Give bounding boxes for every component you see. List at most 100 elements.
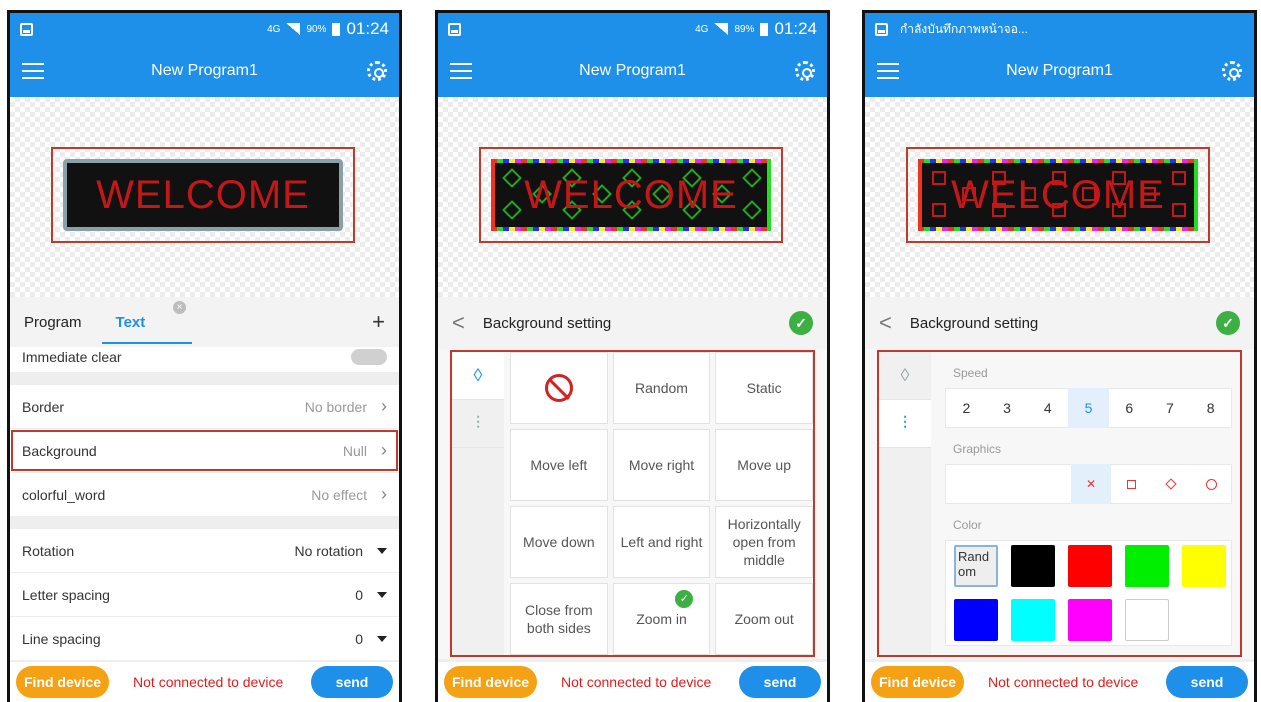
effect-left-and-right[interactable]: Left and right [612,506,711,578]
speed-selector: 2 3 4 5 6 7 8 [945,388,1232,428]
color-swatch-yellow[interactable] [1182,545,1226,587]
no-entry-icon [544,374,573,402]
parameter-tab-icon[interactable]: ⫶ [879,400,931,448]
signal-icon [714,23,729,35]
rotation-label: Rotation [22,542,75,559]
confirm-check-icon[interactable]: ✓ [1216,311,1240,335]
color-swatch-blue[interactable] [954,599,998,641]
page-title: Background setting [909,314,1039,332]
effect-horizontally-open[interactable]: Horizontally open from middle [715,506,813,578]
immediate-clear-toggle[interactable] [351,349,387,365]
selected-check-icon: ✓ [675,590,694,608]
colorful-word-row[interactable]: colorful_word No effect › [10,473,399,517]
color-swatch-green[interactable] [1125,545,1169,587]
effect-tab-icon[interactable]: ◊ [879,352,931,400]
app-bar: New Program1 [865,45,1254,97]
effect-move-left[interactable]: Move left [510,429,608,501]
app-bar: New Program1 [10,45,399,97]
side-tab-bar: ◊ ⫶ [452,352,504,655]
effect-move-down[interactable]: Move down [510,506,608,578]
confirm-check-icon[interactable]: ✓ [789,311,813,335]
color-random-swatch[interactable]: Random [954,545,998,587]
color-swatch-cyan[interactable] [1011,599,1055,641]
find-device-button[interactable]: Find device [444,666,538,698]
effect-move-right[interactable]: Move right [612,429,711,501]
phone-screen-background-effects: 4G 89% 01:24 New Program1 WELCOME < Back… [435,10,830,702]
speed-label: Speed [953,366,988,380]
text-settings-list: Immediate clear Border No border › Backg… [10,347,399,661]
chevron-right-icon: › [381,396,387,416]
add-tab-button[interactable]: + [372,309,385,335]
background-row[interactable]: Background Null › [10,429,399,473]
page-title: Background setting [482,314,612,332]
effect-static[interactable]: Static [715,352,813,424]
rotation-row[interactable]: Rotation No rotation [10,529,399,573]
screenshot-collage: 4G 90% 01:24 New Program1 WELCOME Progra… [0,0,1261,702]
tab-program[interactable]: Program [24,314,82,331]
line-spacing-value: 0 [355,630,363,647]
effect-random[interactable]: Random [612,352,711,424]
letter-spacing-row[interactable]: Letter spacing 0 [10,573,399,617]
speed-option[interactable]: 4 [1027,388,1068,428]
speed-option[interactable]: 7 [1150,388,1191,428]
dropdown-arrow-icon [377,547,387,554]
speed-option-selected[interactable]: 5 [1068,388,1109,428]
program-title: New Program1 [579,62,686,79]
app-bar: New Program1 [438,45,827,97]
background-setting-header: < Background setting ✓ [865,297,1254,349]
gear-icon[interactable] [367,61,387,81]
border-row[interactable]: Border No border › [10,385,399,429]
back-icon[interactable]: < [452,310,465,336]
color-swatch-black[interactable] [1011,545,1055,587]
close-icon[interactable]: × [173,301,186,314]
send-button[interactable]: send [739,666,821,698]
gear-icon[interactable] [795,61,815,81]
back-icon[interactable]: < [879,310,892,336]
network-type: 4G [267,23,281,35]
effect-tab-icon[interactable]: ◊ [452,352,504,400]
program-title: New Program1 [1006,62,1113,79]
effect-zoom-out[interactable]: Zoom out [715,583,813,655]
chevron-right-icon: › [381,484,387,504]
find-device-button[interactable]: Find device [16,666,110,698]
send-button[interactable]: send [1166,666,1248,698]
clock: 01:24 [346,19,389,38]
effect-none[interactable] [510,352,608,424]
gallery-notification-icon [20,22,33,36]
parameter-tab-icon[interactable]: ⫶ [452,400,504,448]
speed-option[interactable]: 2 [946,388,987,428]
color-swatch-red[interactable] [1068,545,1112,587]
gear-icon[interactable] [1222,61,1242,81]
graphics-label: Graphics [953,442,1002,456]
color-swatch-magenta[interactable] [1068,599,1112,641]
find-device-button[interactable]: Find device [871,666,965,698]
menu-icon[interactable] [450,63,472,79]
menu-icon[interactable] [22,63,44,79]
circle-icon[interactable] [1191,464,1231,504]
speed-option[interactable]: 8 [1190,388,1231,428]
speed-option[interactable]: 3 [987,388,1028,428]
diamond-icon[interactable] [1151,464,1191,504]
gallery-notification-icon [448,22,461,36]
effect-close-both-sides[interactable]: Close from both sides [510,583,608,655]
color-swatch-white[interactable] [1125,599,1169,641]
led-sign[interactable]: WELCOME [491,159,771,231]
led-sign[interactable]: WELCOME [918,159,1198,231]
led-sign[interactable]: WELCOME [63,159,343,231]
send-button[interactable]: send [311,666,393,698]
graphics-selector: ✕ [945,464,1232,504]
network-type: 4G [695,23,709,35]
effect-move-up[interactable]: Move up [715,429,813,501]
bottom-bar: Find device Not connected to device send [10,662,399,702]
cross-icon[interactable]: ✕ [1071,464,1111,504]
side-tab-bar: ◊ ⫶ [879,352,931,655]
battery-icon [332,22,341,36]
menu-icon[interactable] [877,63,899,79]
line-spacing-row[interactable]: Line spacing 0 [10,617,399,661]
colorful-word-label: colorful_word [22,486,106,503]
tab-text[interactable]: Text [116,314,146,331]
effect-zoom-in[interactable]: Zoom in ✓ [612,583,711,655]
immediate-clear-row[interactable]: Immediate clear [10,347,399,373]
speed-option[interactable]: 6 [1109,388,1150,428]
square-icon[interactable] [1111,464,1151,504]
